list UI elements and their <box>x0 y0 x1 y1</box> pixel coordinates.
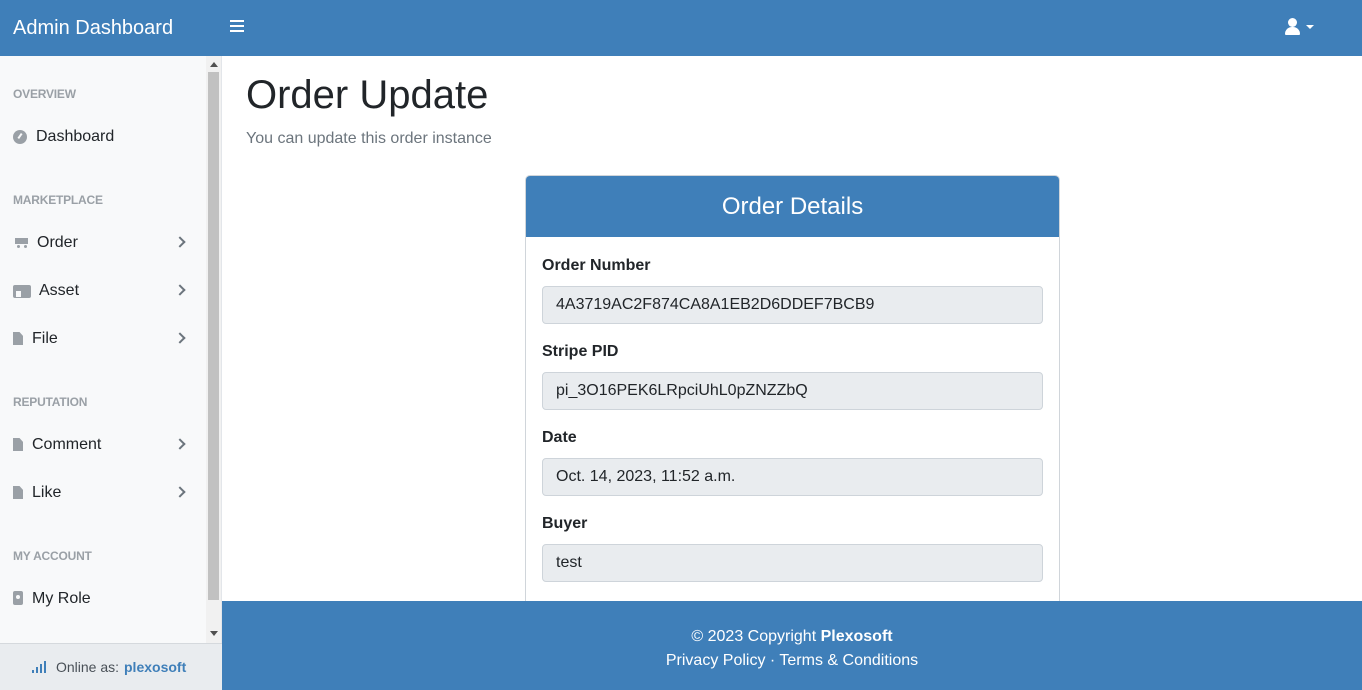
page-subtitle: You can update this order instance <box>246 130 492 147</box>
caret-down-icon <box>1306 25 1314 29</box>
file-icon <box>13 486 23 499</box>
chevron-right-icon <box>174 486 186 498</box>
section-my-account: MY ACCOUNT <box>13 549 92 563</box>
footer-links: Privacy Policy · Terms & Conditions <box>222 651 1362 671</box>
sidebar-item-label: Asset <box>39 282 80 299</box>
dashboard-icon <box>13 130 27 144</box>
sidebar-item-like[interactable]: Like <box>0 473 206 513</box>
buyer-label: Buyer <box>542 515 588 532</box>
date-field[interactable] <box>542 458 1043 496</box>
buyer-field[interactable] <box>542 544 1043 582</box>
sidebar-item-label: Dashboard <box>36 128 115 145</box>
sidebar-item-label: Order <box>37 234 78 251</box>
sidebar-item-comment[interactable]: Comment <box>0 425 206 465</box>
signal-icon <box>32 661 50 673</box>
top-navbar: Admin Dashboard <box>0 0 1362 56</box>
copyright-label: © 2023 Copyright <box>691 628 817 645</box>
brand-title[interactable]: Admin Dashboard <box>13 15 173 41</box>
sidebar-nav: OVERVIEW Dashboard MARKETPLACE Order Ass… <box>0 56 206 643</box>
sidebar-item-my-role[interactable]: My Role <box>0 579 206 619</box>
sidebar-item-dashboard[interactable]: Dashboard <box>0 117 206 157</box>
store-icon <box>13 285 31 298</box>
sidebar-item-label: File <box>32 330 58 347</box>
section-reputation: REPUTATION <box>13 395 88 409</box>
cart-icon <box>13 237 28 248</box>
file-icon <box>13 332 23 345</box>
sidebar-item-asset[interactable]: Asset <box>0 271 206 311</box>
chevron-right-icon <box>174 236 186 248</box>
sidebar-footer: Online as: plexosoft <box>0 643 222 690</box>
id-badge-icon <box>13 591 23 605</box>
order-number-label: Order Number <box>542 257 651 274</box>
chevron-right-icon <box>174 438 186 450</box>
sidebar-item-label: Like <box>32 484 62 501</box>
sidebar-item-label: Comment <box>32 436 102 453</box>
section-marketplace: MARKETPLACE <box>13 193 103 207</box>
file-icon <box>13 438 23 451</box>
company-name: Plexosoft <box>820 628 893 645</box>
user-menu-button[interactable] <box>1284 17 1318 39</box>
footer-separator: · <box>769 652 776 669</box>
page-title: Order Update <box>246 73 489 117</box>
card-title: Order Details <box>526 176 1059 237</box>
scroll-up-arrow-icon[interactable] <box>210 62 218 67</box>
stripe-pid-field[interactable] <box>542 372 1043 410</box>
page-footer: © 2023 Copyright Plexosoft Privacy Polic… <box>222 601 1362 690</box>
online-username: plexosoft <box>124 659 187 675</box>
hamburger-icon[interactable] <box>230 20 244 34</box>
privacy-policy-link[interactable]: Privacy Policy <box>666 652 766 669</box>
user-icon <box>1288 18 1297 27</box>
scroll-down-arrow-icon[interactable] <box>210 631 218 636</box>
date-label: Date <box>542 429 577 446</box>
sidebar-item-label: My Role <box>32 590 91 607</box>
scrollbar-thumb[interactable] <box>208 72 219 600</box>
copyright-text: © 2023 Copyright Plexosoft <box>222 627 1362 647</box>
sidebar: OVERVIEW Dashboard MARKETPLACE Order Ass… <box>0 56 222 690</box>
chevron-right-icon <box>174 332 186 344</box>
sidebar-scrollbar[interactable] <box>206 56 221 643</box>
chevron-right-icon <box>174 284 186 296</box>
order-details-card: Order Details Order Number Stripe PID Da… <box>525 175 1060 615</box>
online-label: Online as: <box>56 659 120 675</box>
sidebar-item-order[interactable]: Order <box>0 223 206 263</box>
order-number-field[interactable] <box>542 286 1043 324</box>
terms-link[interactable]: Terms & Conditions <box>779 652 918 669</box>
section-overview: OVERVIEW <box>13 87 76 101</box>
sidebar-item-file[interactable]: File <box>0 319 206 359</box>
stripe-pid-label: Stripe PID <box>542 343 619 360</box>
